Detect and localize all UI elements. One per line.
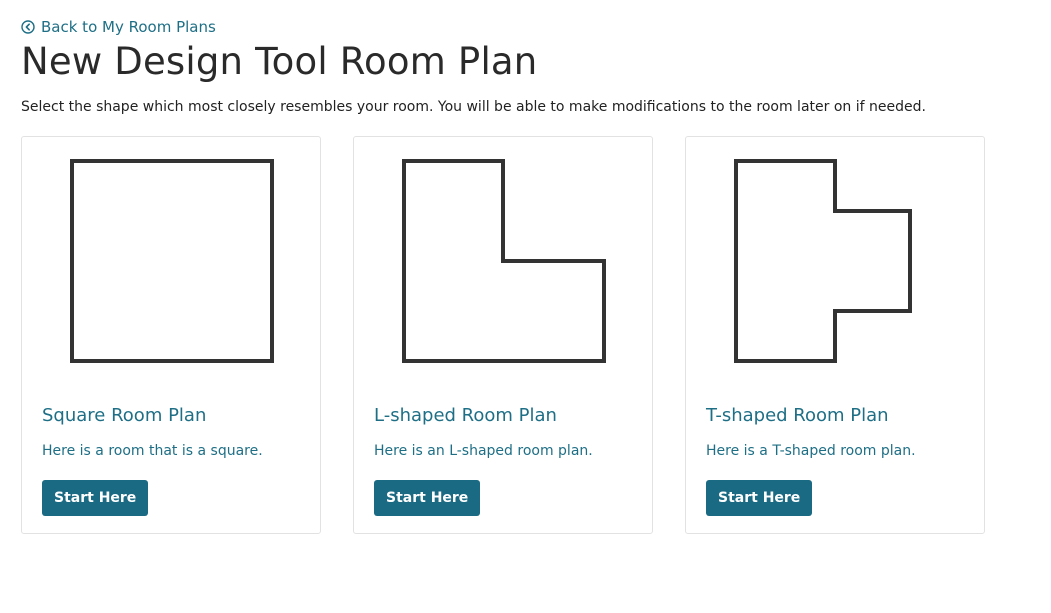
page-title: New Design Tool Room Plan xyxy=(21,40,538,83)
room-plan-card-t-shape: T-shaped Room Plan Here is a T-shaped ro… xyxy=(685,136,985,534)
card-title: Square Room Plan xyxy=(42,405,207,426)
back-link-label: Back to My Room Plans xyxy=(41,18,216,36)
page-subtitle: Select the shape which most closely rese… xyxy=(21,99,926,115)
card-title: L-shaped Room Plan xyxy=(374,405,557,426)
start-here-button-l-shape[interactable]: Start Here xyxy=(374,480,481,516)
card-description: Here is a T-shaped room plan. xyxy=(706,443,916,459)
room-plan-card-l-shape: L-shaped Room Plan Here is an L-shaped r… xyxy=(353,136,653,534)
card-title: T-shaped Room Plan xyxy=(706,405,889,426)
start-here-button-t-shape[interactable]: Start Here xyxy=(706,480,813,516)
circle-chevron-left-icon xyxy=(21,20,35,34)
square-room-shape-icon xyxy=(70,159,274,363)
l-shaped-room-shape-icon xyxy=(402,159,606,363)
room-plan-card-square: Square Room Plan Here is a room that is … xyxy=(21,136,321,534)
start-here-button-square[interactable]: Start Here xyxy=(42,480,149,516)
back-to-room-plans-link[interactable]: Back to My Room Plans xyxy=(21,18,216,36)
card-description: Here is a room that is a square. xyxy=(42,443,263,459)
t-shaped-room-shape-icon xyxy=(734,159,912,363)
card-description: Here is an L-shaped room plan. xyxy=(374,443,593,459)
